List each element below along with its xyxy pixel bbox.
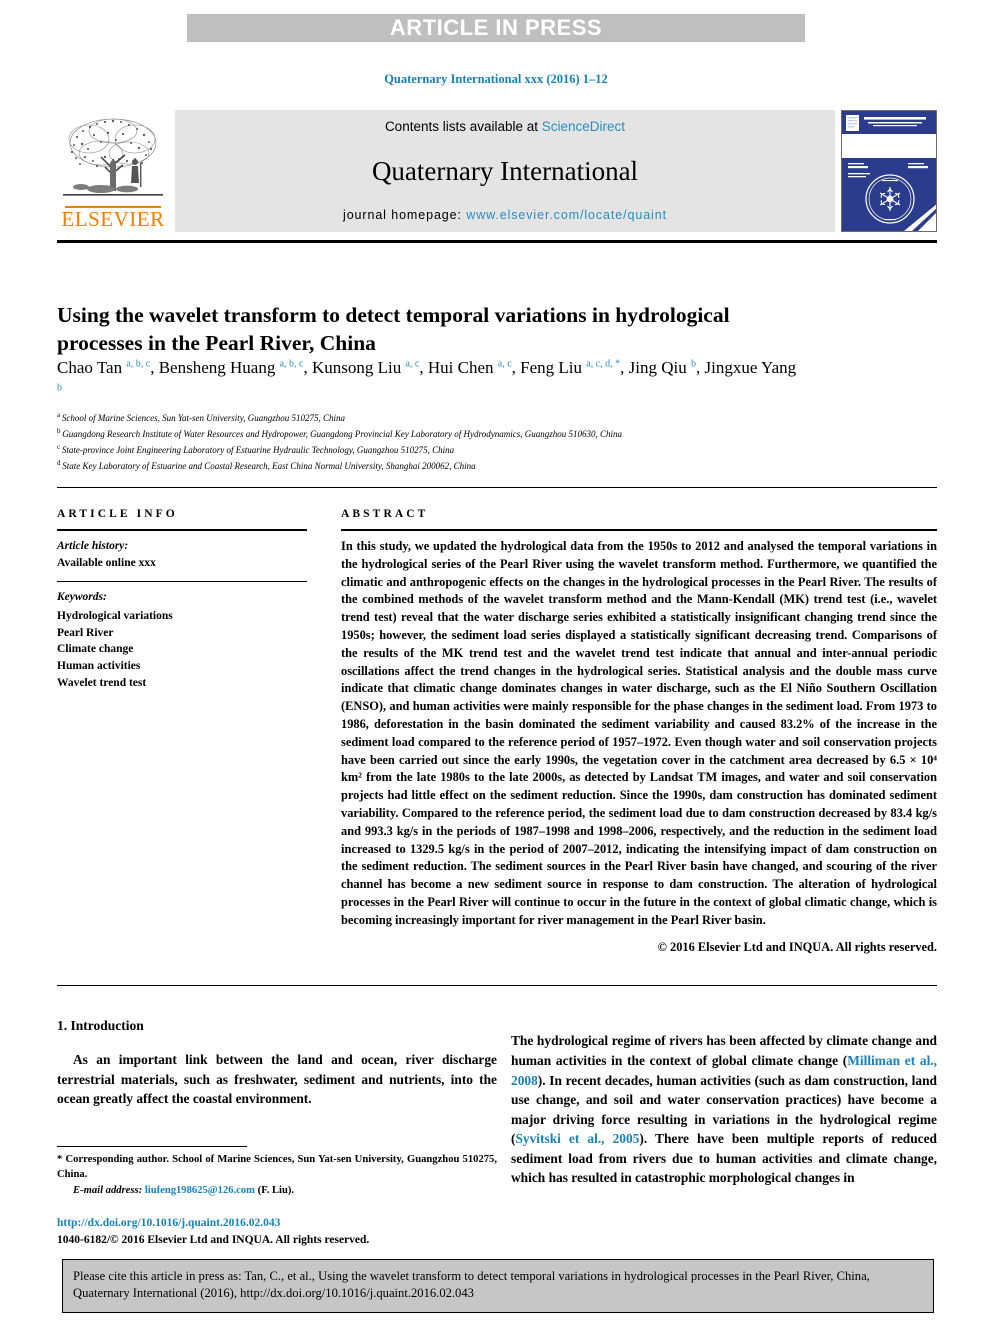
cite-this-article-box: Please cite this article in press as: Ta… (62, 1259, 934, 1313)
affiliation-text: Guangdong Research Institute of Water Re… (62, 428, 622, 439)
contents-list-line: Contents lists available at ScienceDirec… (385, 119, 625, 134)
contents-list-prefix: Contents lists available at (384, 119, 542, 134)
abstract-rule (341, 529, 937, 531)
elsevier-tree-icon (63, 118, 163, 196)
article-info-rule-2 (57, 581, 307, 583)
keywords-label: Keywords: (57, 591, 107, 604)
journal-running-head: Quaternary International xxx (2016) 1–12 (384, 72, 608, 86)
author-affiliation-mark: a, b, c (126, 358, 151, 370)
intro-paragraph-left: As an important link between the land an… (57, 1052, 497, 1107)
abstract-bottom-rule (57, 985, 937, 986)
abstract-column: ABSTRACT In this study, we updated the h… (341, 508, 937, 955)
sciencedirect-link[interactable]: ScienceDirect (542, 119, 625, 134)
article-history-label: Article history: (57, 540, 129, 552)
footnote-rule (57, 1146, 247, 1147)
email-link[interactable]: liufeng198625@126.com (145, 1185, 255, 1196)
article-history-block: Article history: Available online xxx (57, 538, 307, 571)
journal-title: Quaternary International (371, 155, 639, 186)
introduction-heading: 1. Introduction (57, 1018, 144, 1033)
abstract-text: In this study, we updated the hydrologic… (341, 539, 937, 927)
email-note: E-mail address: liufeng198625@126.com (F… (57, 1183, 497, 1198)
author-name: Bensheng Huang (158, 358, 280, 377)
issn-copyright-line: 1040-6182/© 2016 Elsevier Ltd and INQUA.… (57, 1234, 370, 1247)
citation-syvitski-link[interactable]: Syvitski et al., 2005 (515, 1131, 639, 1146)
doi-block: http://dx.doi.org/10.1016/j.quaint.2016.… (57, 1215, 497, 1250)
journal-masthead: ELSEVIER Contents lists available at Sci… (57, 110, 937, 232)
article-history-value: Available online xxx (57, 556, 156, 569)
article-in-press-banner: ARTICLE IN PRESS (187, 14, 805, 42)
affiliation-item: d State Key Laboratory of Estuarine and … (57, 458, 937, 474)
affiliation-item: b Guangdong Research Institute of Water … (57, 426, 937, 442)
keyword-item: Climate change (57, 643, 134, 656)
footnote-block: * Corresponding author. School of Marine… (57, 1152, 497, 1198)
author-affiliation-mark: a, b, c (279, 358, 304, 370)
keyword-item: Wavelet trend test (57, 676, 147, 689)
email-label: E-mail address: (73, 1184, 143, 1196)
journal-cover-art (842, 111, 936, 231)
author-separator: , (419, 358, 428, 377)
article-in-press-label: ARTICLE IN PRESS (389, 15, 603, 40)
corresponding-author-note: * Corresponding author. School of Marine… (57, 1154, 497, 1181)
keywords-block: Keywords: Hydrological variations Pearl R… (57, 589, 307, 691)
intro-left-column: 1. Introduction As an important link bet… (57, 1018, 497, 1122)
elsevier-wordmark: ELSEVIER (61, 207, 165, 231)
article-info-rule-1 (57, 529, 307, 531)
info-section-top-rule (57, 487, 937, 488)
author-separator: , (696, 358, 705, 377)
journal-banner-box: Contents lists available at ScienceDirec… (175, 110, 835, 232)
author-separator: , (303, 358, 312, 377)
author-affiliation-mark: a, c, d, * (586, 358, 621, 370)
page-title: Using the wavelet transform to detect te… (57, 303, 730, 356)
journal-homepage-line: journal homepage: www.elsevier.com/locat… (343, 208, 667, 222)
affiliation-text: School of Marine Sciences, Sun Yat-sen U… (61, 413, 346, 423)
author-name: Chao Tan (57, 358, 127, 377)
masthead-divider (57, 240, 937, 243)
author-name: Jing Qiu (628, 358, 691, 377)
affiliation-text: State-province Joint Engineering Laborat… (61, 444, 455, 455)
intro-paragraph-right: The hydrological regime of rivers has be… (511, 1031, 937, 1188)
author-separator: , (620, 358, 629, 377)
author-separator: , (511, 358, 521, 377)
cite-this-article-text: Please cite this article in press as: Ta… (73, 1269, 870, 1301)
email-owner: (F. Liu). (257, 1184, 295, 1196)
abstract-heading: ABSTRACT (341, 508, 429, 520)
author-name: Jingxue Yang (704, 358, 797, 377)
abstract-copyright: © 2016 Elsevier Ltd and INQUA. All right… (657, 939, 937, 954)
keyword-item: Human activities (57, 660, 141, 673)
keywords-list: Hydrological variations Pearl River Climat… (57, 608, 307, 691)
elsevier-logo: ELSEVIER (57, 110, 169, 232)
affiliation-item: a School of Marine Sciences, Sun Yat-sen… (57, 410, 937, 426)
author-separator: , (150, 358, 159, 377)
affiliation-item: c State-province Joint Engineering Labor… (57, 442, 937, 458)
doi-link[interactable]: http://dx.doi.org/10.1016/j.quaint.2016.… (57, 1217, 280, 1229)
author-affiliation-mark: a, c (497, 358, 512, 370)
affiliation-list: a School of Marine Sciences, Sun Yat-sen… (57, 410, 937, 474)
keyword-item: Pearl River (57, 626, 114, 639)
author-list: Chao Tan a, b, c, Bensheng Huang a, b, c… (57, 356, 797, 404)
article-info-heading: ARTICLE INFO (57, 508, 178, 520)
author-name: Feng Liu (520, 358, 587, 377)
homepage-label: journal homepage: (343, 208, 467, 222)
journal-homepage-link[interactable]: www.elsevier.com/locate/quaint (466, 208, 667, 222)
affiliation-text: State Key Laboratory of Estuarine and Co… (62, 460, 476, 471)
article-info-column: ARTICLE INFO Article history: Available … (57, 508, 307, 691)
keyword-item: Hydrological variations (57, 610, 173, 623)
author-name: Kunsong Liu (311, 358, 406, 377)
author-name: Hui Chen (427, 358, 498, 377)
intro-right-column: The hydrological regime of rivers has be… (511, 1018, 937, 1201)
author-affiliation-mark: b (57, 382, 62, 394)
author-affiliation-mark: a, c (405, 358, 420, 370)
journal-cover-thumbnail (841, 110, 937, 232)
